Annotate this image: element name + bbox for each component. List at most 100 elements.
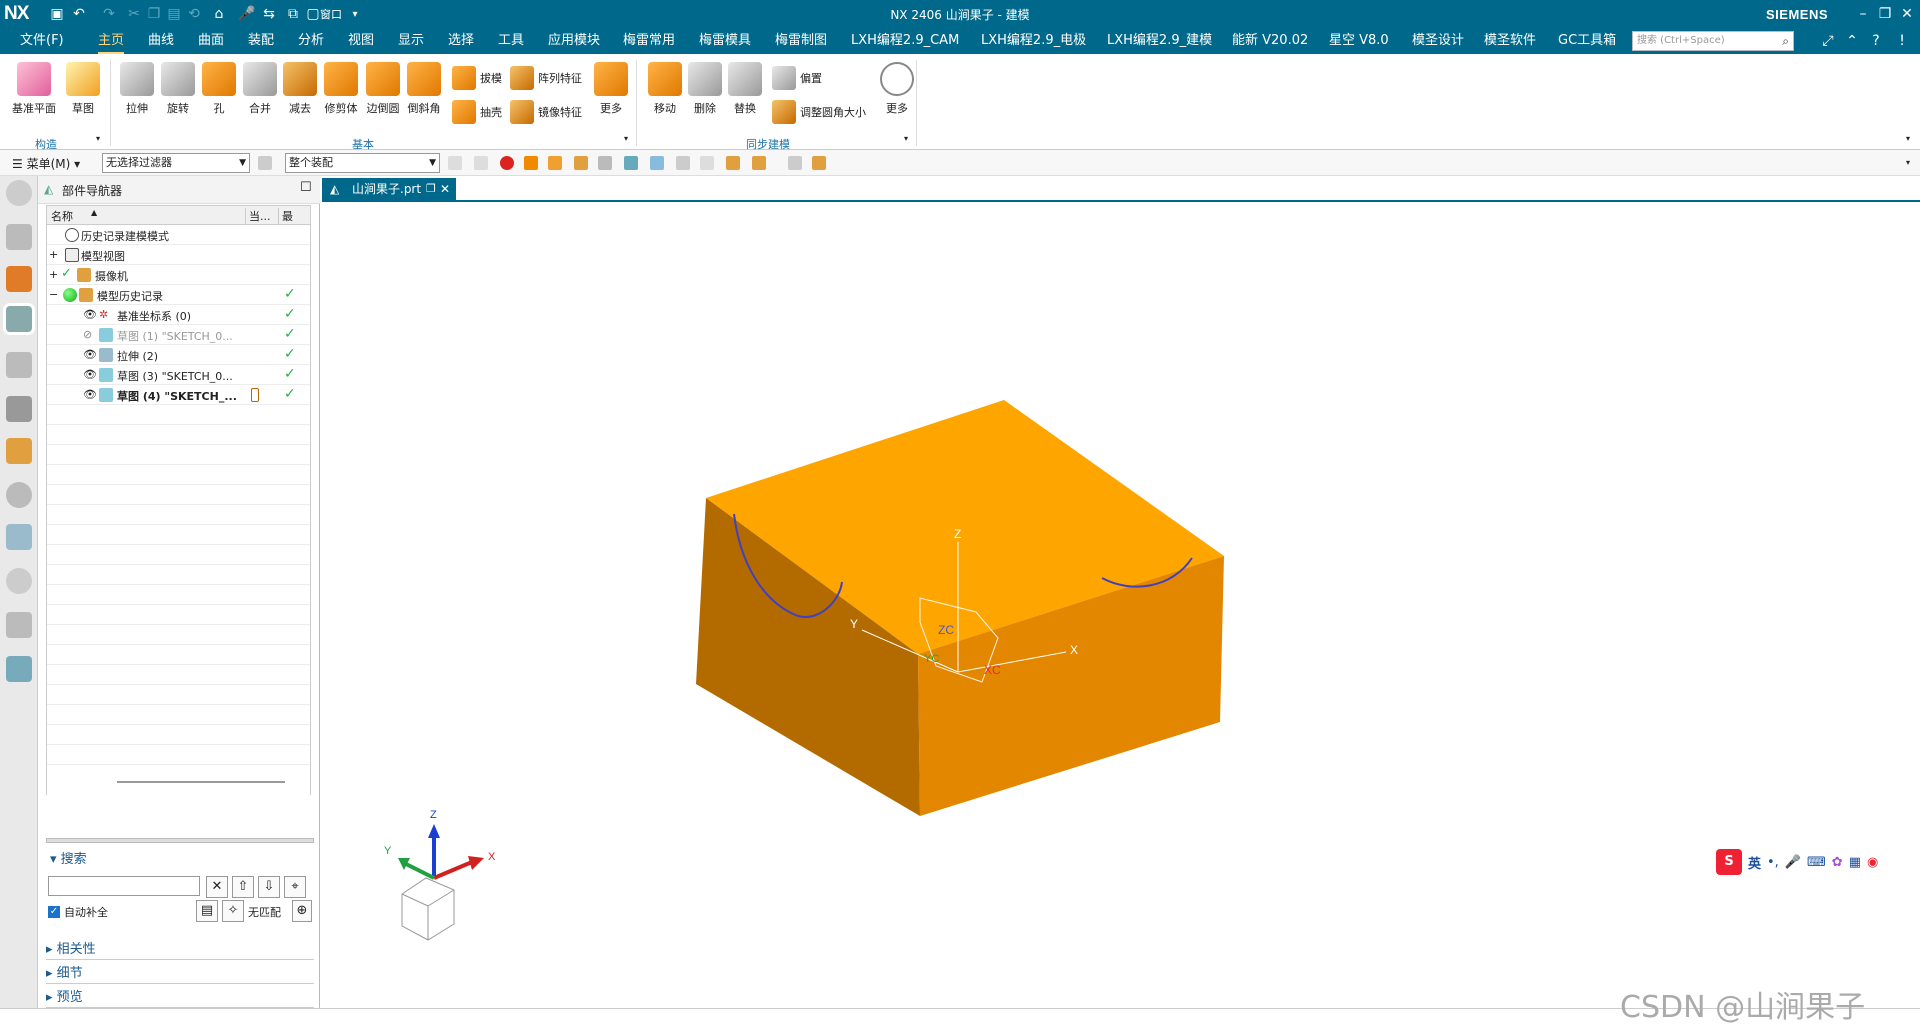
keyboard-icon[interactable]: ⌨: [1807, 855, 1826, 870]
tree-row-extrude-2[interactable]: 👁 拉伸 (2) ✓: [47, 345, 310, 365]
point-filter-icon[interactable]: [650, 156, 664, 170]
sheet-filter-icon[interactable]: [598, 156, 612, 170]
search-scope-button[interactable]: ▤: [196, 900, 218, 922]
replace-face-button[interactable]: 替换: [728, 62, 762, 116]
hd3d-tools-icon[interactable]: [6, 396, 32, 422]
view-triad[interactable]: [398, 824, 484, 941]
tree-row-sketch-1[interactable]: ⊘ 草图 (1) "SKETCH_0... ✓: [47, 325, 310, 345]
skin-icon[interactable]: ✿: [1832, 855, 1843, 870]
expand-icon[interactable]: +: [49, 268, 58, 281]
filter-icon[interactable]: [258, 156, 272, 170]
toolbar-options-icon[interactable]: ▾: [1906, 158, 1910, 167]
tab-meilei-mold[interactable]: 梅雷模具: [699, 28, 751, 54]
tab-meilei-common[interactable]: 梅雷常用: [623, 28, 675, 54]
solid-filter-icon[interactable]: [574, 156, 588, 170]
show-hide-icon[interactable]: [788, 156, 802, 170]
tab-analysis[interactable]: 分析: [298, 28, 324, 54]
autocomplete-checkbox[interactable]: ✓: [48, 906, 60, 918]
toolbox-icon[interactable]: ▦: [1849, 855, 1861, 870]
more-sync-button[interactable]: 更多: [880, 62, 914, 116]
tab-display[interactable]: 显示: [398, 28, 424, 54]
close-tab-icon[interactable]: ✕: [440, 178, 450, 200]
file-tab[interactable]: ◭ 山涧果子.prt ❐ ✕: [322, 178, 456, 200]
pattern-feature-button[interactable]: 阵列特征: [510, 66, 582, 90]
tab-assembly[interactable]: 装配: [248, 28, 274, 54]
more-basic-button[interactable]: 更多: [594, 62, 628, 116]
search-options-button[interactable]: ⌖: [284, 876, 306, 898]
tab-file[interactable]: 文件(F): [20, 28, 64, 54]
fullscreen-icon[interactable]: ⤢: [1818, 31, 1838, 51]
command-search-input[interactable]: 搜索 (Ctrl+Space) ⌕: [1632, 31, 1794, 51]
body-filter-icon[interactable]: [524, 156, 538, 170]
sort-ascending-icon[interactable]: ▲: [91, 208, 97, 217]
settings-icon[interactable]: [6, 180, 32, 206]
tab-xingkong[interactable]: 星空 V8.0: [1329, 28, 1389, 54]
offset-region-button[interactable]: 偏置: [772, 66, 822, 90]
column-name[interactable]: 名称: [51, 208, 73, 224]
hole-button[interactable]: 孔: [202, 62, 236, 116]
main-menu-button[interactable]: ☰ 菜单(M) ▾: [12, 155, 80, 172]
move-face-button[interactable]: 移动: [648, 62, 682, 116]
close-icon[interactable]: ✕: [1896, 4, 1918, 24]
extrude-button[interactable]: 拉伸: [120, 62, 154, 116]
type-filter-dropdown[interactable]: 无选择过滤器 ▼: [102, 153, 250, 173]
tree-row-cameras[interactable]: + ✓ 摄像机: [47, 265, 310, 285]
voice-icon[interactable]: 🎤: [1785, 855, 1801, 870]
shell-button[interactable]: 抽壳: [452, 100, 502, 124]
mirror-feature-button[interactable]: 镜像特征: [510, 100, 582, 124]
column-current[interactable]: 当...: [245, 208, 271, 224]
web-browser-icon[interactable]: [6, 438, 32, 464]
graphics-window[interactable]: Z X Y ZC XC YC Z X Y: [322, 200, 1920, 1008]
eye-icon[interactable]: 👁: [83, 388, 97, 401]
curve-filter-icon[interactable]: [624, 156, 638, 170]
tree-row-datum-csys[interactable]: 👁 ✲ 基准坐标系 (0) ✓: [47, 305, 310, 325]
maximize-icon[interactable]: ☐: [300, 180, 312, 195]
eye-hidden-icon[interactable]: ⊘: [83, 328, 92, 341]
history-icon[interactable]: [6, 482, 32, 508]
role-icon[interactable]: [6, 612, 32, 638]
snap-icon[interactable]: [676, 156, 690, 170]
tab-gc-toolbox[interactable]: GC工具箱: [1558, 28, 1616, 54]
help-icon[interactable]: ?: [1866, 31, 1886, 51]
part-navigator-icon[interactable]: [6, 306, 32, 332]
reuse-library-icon[interactable]: [6, 352, 32, 378]
restore-icon[interactable]: ❐: [1874, 4, 1896, 24]
draft-button[interactable]: 拔模: [452, 66, 502, 90]
constraint-navigator-icon[interactable]: [6, 266, 32, 292]
resize-blend-button[interactable]: 调整圆角大小: [772, 100, 866, 124]
tree-row-sketch-3[interactable]: 👁 草图 (3) "SKETCH_0... ✓: [47, 365, 310, 385]
group-expand-icon[interactable]: ▾: [904, 134, 908, 143]
search-up-button[interactable]: ⇧: [232, 876, 254, 898]
alert-icon[interactable]: !: [1892, 31, 1912, 51]
tree-row-sketch-4[interactable]: 👁 草图 (4) "SKETCH_... ✓: [47, 385, 310, 405]
tab-view[interactable]: 视图: [348, 28, 374, 54]
search-icon[interactable]: ⌕: [1782, 32, 1789, 50]
eye-icon[interactable]: 👁: [83, 348, 97, 361]
details-section[interactable]: ▸ 细节: [46, 962, 314, 984]
deselect-icon[interactable]: [474, 156, 488, 170]
group-expand-icon[interactable]: ▾: [96, 134, 100, 143]
ribbon-options-icon[interactable]: ▾: [1906, 134, 1910, 143]
revolve-button[interactable]: 旋转: [161, 62, 195, 116]
tab-application[interactable]: 应用模块: [548, 28, 600, 54]
trim-body-button[interactable]: 修剪体: [324, 62, 358, 116]
relations-section[interactable]: ▸ 相关性: [46, 938, 314, 960]
tab-surface[interactable]: 曲面: [198, 28, 224, 54]
tab-lxh-electrode[interactable]: LXH编程2.9_电极: [981, 28, 1086, 54]
clock-icon[interactable]: [6, 568, 32, 594]
horizontal-scrollbar[interactable]: [117, 781, 285, 783]
minimize-icon[interactable]: –: [1852, 4, 1874, 24]
tab-home[interactable]: 主页: [98, 28, 125, 54]
tab-tools[interactable]: 工具: [498, 28, 524, 54]
collapse-icon[interactable]: −: [49, 288, 58, 301]
process-studio-icon[interactable]: [6, 524, 32, 550]
search-down-button[interactable]: ⇩: [258, 876, 280, 898]
model-view[interactable]: Z X Y ZC XC YC Z X Y: [322, 202, 1920, 1008]
clear-search-button[interactable]: ✕: [206, 876, 228, 898]
view-body-icon[interactable]: [812, 156, 826, 170]
chamfer-button[interactable]: 倒斜角: [407, 62, 441, 116]
delete-face-button[interactable]: 删除: [688, 62, 722, 116]
preview-section[interactable]: ▸ 预览: [46, 986, 314, 1008]
tab-select[interactable]: 选择: [448, 28, 474, 54]
eye-icon[interactable]: 👁: [83, 368, 97, 381]
